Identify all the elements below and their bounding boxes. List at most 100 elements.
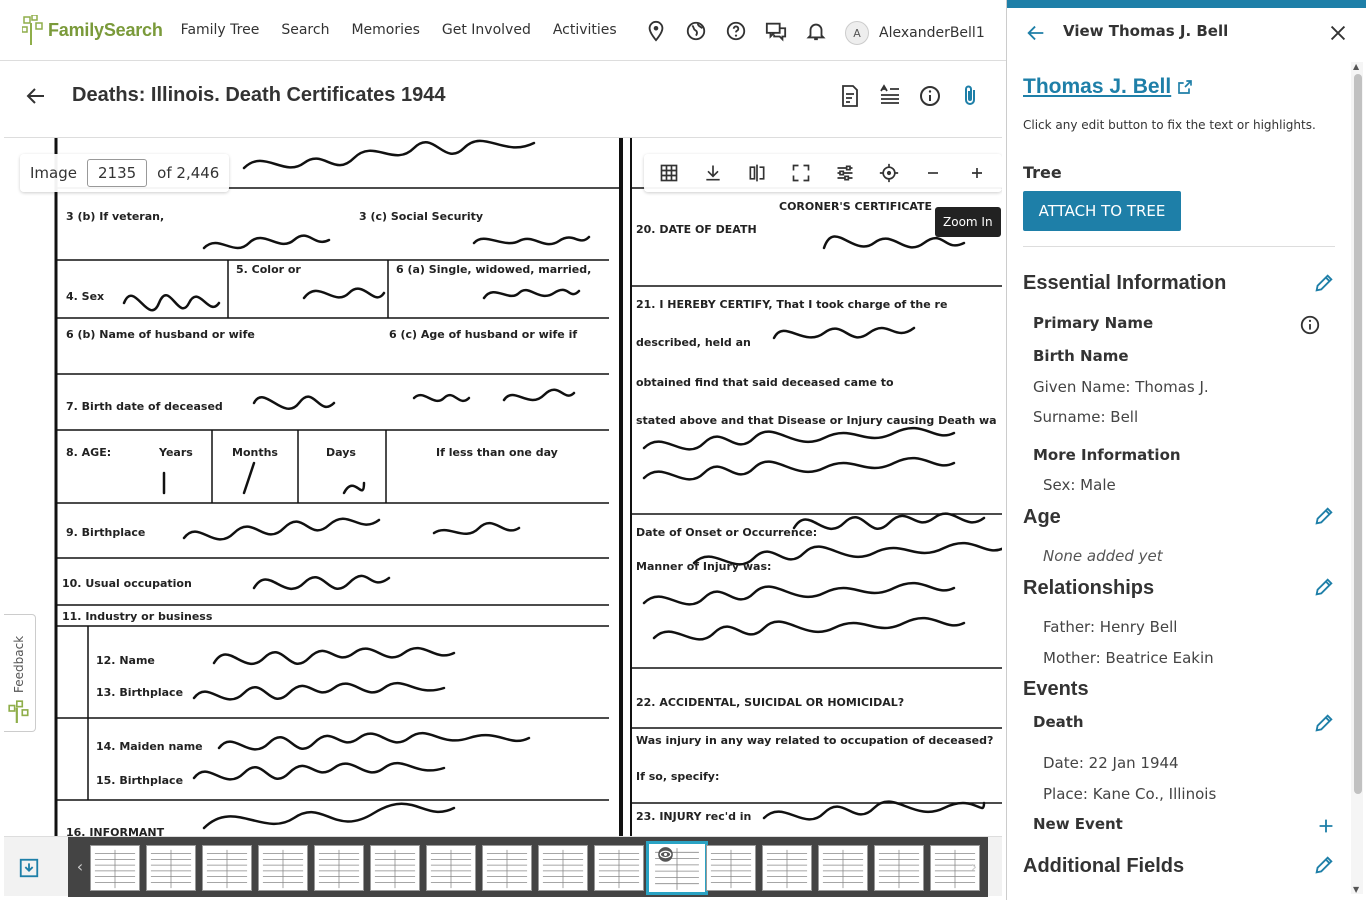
mother-value: Mother: Beatrice Eakin bbox=[1043, 649, 1214, 667]
zoom-in-icon bbox=[972, 168, 982, 178]
primary-name-label: Primary Name bbox=[1033, 314, 1154, 332]
additional-fields-heading: Additional Fields bbox=[1023, 855, 1185, 877]
filmstrip-download-icon[interactable] bbox=[18, 857, 40, 879]
thumbnail-page-icon bbox=[429, 847, 473, 889]
thumbnail-page-icon bbox=[877, 847, 921, 889]
scroll-up-arrow-icon[interactable]: ▲ bbox=[1353, 62, 1359, 71]
recenter-button[interactable] bbox=[870, 157, 908, 189]
nav-activities[interactable]: Activities bbox=[553, 22, 617, 38]
thumbnail[interactable] bbox=[90, 845, 140, 891]
thumbnail[interactable] bbox=[482, 845, 532, 891]
globe-icon[interactable] bbox=[685, 20, 707, 42]
title-bar: Deaths: Illinois. Death Certificates 194… bbox=[0, 62, 1006, 134]
info-icon[interactable] bbox=[918, 84, 942, 108]
close-icon[interactable] bbox=[1327, 22, 1349, 44]
grid-view-button[interactable] bbox=[650, 157, 688, 189]
attach-to-tree-button[interactable]: ATTACH TO TREE bbox=[1023, 191, 1181, 231]
thumbnail[interactable] bbox=[202, 845, 252, 891]
edit-essential-button[interactable] bbox=[1313, 272, 1335, 294]
thumbnail[interactable] bbox=[426, 845, 476, 891]
scrollbar-thumb[interactable] bbox=[1354, 74, 1362, 794]
thumbnail[interactable] bbox=[594, 845, 644, 891]
age-heading: Age bbox=[1023, 506, 1061, 528]
edit-hint: Click any edit button to fix the text or… bbox=[1023, 118, 1316, 132]
relationships-heading: Relationships bbox=[1023, 577, 1155, 599]
svg-text:7. Birth date of deceased: 7. Birth date of deceased bbox=[66, 400, 223, 413]
familysearch-logo[interactable]: FamilySearch bbox=[22, 15, 163, 45]
location-pin-icon[interactable] bbox=[645, 20, 667, 42]
death-date-value: Date: 22 Jan 1944 bbox=[1043, 754, 1179, 772]
svg-text:stated above and that Disease: stated above and that Disease or Injury … bbox=[636, 414, 997, 427]
panel-scrollbar[interactable]: ▲ ▼ bbox=[1351, 62, 1363, 894]
svg-text:Days: Days bbox=[326, 446, 356, 459]
more-info-label: More Information bbox=[1033, 446, 1181, 464]
external-link-icon bbox=[1178, 80, 1193, 94]
app-root: FamilySearch Family Tree Search Memories… bbox=[0, 0, 1366, 900]
record-image-viewer[interactable]: 3 (b) If veteran, 3 (c) Social Security … bbox=[4, 137, 1002, 837]
bell-icon[interactable] bbox=[805, 20, 827, 42]
nav-family-tree[interactable]: Family Tree bbox=[181, 22, 260, 38]
thumbnail[interactable] bbox=[370, 845, 420, 891]
svg-text:Manner of Injury was:: Manner of Injury was: bbox=[636, 560, 771, 573]
edit-relationships-button[interactable] bbox=[1313, 576, 1335, 598]
thumbnail[interactable] bbox=[258, 845, 308, 891]
filmstrip-prev-button[interactable]: ‹ bbox=[72, 857, 88, 877]
svg-text:Years: Years bbox=[158, 446, 193, 459]
svg-text:15. Birthplace: 15. Birthplace bbox=[96, 774, 183, 787]
fullscreen-button[interactable] bbox=[782, 157, 820, 189]
filmstrip-next-button[interactable]: › bbox=[966, 857, 982, 877]
panel-accent-bar bbox=[1007, 0, 1366, 8]
adjust-button[interactable] bbox=[826, 157, 864, 189]
user-menu[interactable]: A AlexanderBell1 bbox=[845, 21, 985, 45]
logo-text: FamilySearch bbox=[48, 19, 163, 40]
feedback-tab[interactable]: Feedback bbox=[4, 614, 36, 732]
plus-icon bbox=[1319, 819, 1333, 833]
panel-back-arrow-icon[interactable] bbox=[1025, 22, 1047, 44]
help-icon[interactable] bbox=[725, 20, 747, 42]
given-name-value: Given Name: Thomas J. bbox=[1033, 378, 1209, 396]
feedback-label: Feedback bbox=[12, 635, 26, 693]
text-lines-icon[interactable] bbox=[878, 84, 902, 108]
sex-value: Sex: Male bbox=[1043, 476, 1116, 494]
chat-icon[interactable] bbox=[765, 20, 787, 42]
age-empty-text: None added yet bbox=[1043, 547, 1163, 565]
death-place-value: Place: Kane Co., Illinois bbox=[1043, 785, 1217, 803]
thumbnail-selected[interactable] bbox=[646, 841, 708, 895]
edit-death-button[interactable] bbox=[1313, 712, 1335, 734]
svg-text:CORONER'S CERTIFICATE: CORONER'S CERTIFICATE bbox=[779, 200, 932, 213]
compare-button[interactable] bbox=[738, 157, 776, 189]
image-navigator: Image 2135 of 2,446 bbox=[20, 154, 230, 192]
thumbnail[interactable] bbox=[314, 845, 364, 891]
zoom-in-button[interactable] bbox=[958, 157, 996, 189]
zoom-out-button[interactable] bbox=[914, 157, 952, 189]
edit-age-button[interactable] bbox=[1313, 505, 1335, 527]
image-number-input[interactable]: 2135 bbox=[86, 159, 148, 187]
thumbnail[interactable] bbox=[762, 845, 812, 891]
thumbnail[interactable] bbox=[538, 845, 588, 891]
death-event-label: Death bbox=[1033, 713, 1084, 731]
back-arrow-icon[interactable] bbox=[24, 84, 48, 108]
svg-text:described, held an: described, held an bbox=[636, 336, 751, 349]
grid-icon bbox=[660, 164, 678, 182]
thumbnail[interactable] bbox=[818, 845, 868, 891]
nav-get-involved[interactable]: Get Involved bbox=[442, 22, 531, 38]
thumbnail[interactable] bbox=[146, 845, 196, 891]
download-button[interactable] bbox=[694, 157, 732, 189]
thumbnail[interactable] bbox=[874, 845, 924, 891]
svg-text:If less than one day: If less than one day bbox=[436, 446, 558, 459]
svg-text:6 (b) Name of husband or wife: 6 (b) Name of husband or wife bbox=[66, 328, 255, 341]
new-event-label: New Event bbox=[1033, 815, 1123, 833]
add-event-button[interactable] bbox=[1315, 815, 1337, 837]
scroll-down-arrow-icon[interactable]: ▼ bbox=[1353, 885, 1359, 894]
nav-search[interactable]: Search bbox=[281, 22, 329, 38]
nav-memories[interactable]: Memories bbox=[351, 22, 419, 38]
thumbnail-page-icon bbox=[149, 847, 193, 889]
thumbnail-page-icon bbox=[373, 847, 417, 889]
paperclip-icon[interactable] bbox=[958, 84, 982, 108]
nav-links: Family Tree Search Memories Get Involved… bbox=[181, 22, 617, 38]
primary-name-info-button[interactable] bbox=[1299, 314, 1321, 336]
document-edit-icon[interactable] bbox=[838, 84, 862, 108]
edit-additional-button[interactable] bbox=[1313, 854, 1335, 876]
person-name-link[interactable]: Thomas J. Bell bbox=[1023, 75, 1193, 99]
thumbnail[interactable] bbox=[706, 845, 756, 891]
